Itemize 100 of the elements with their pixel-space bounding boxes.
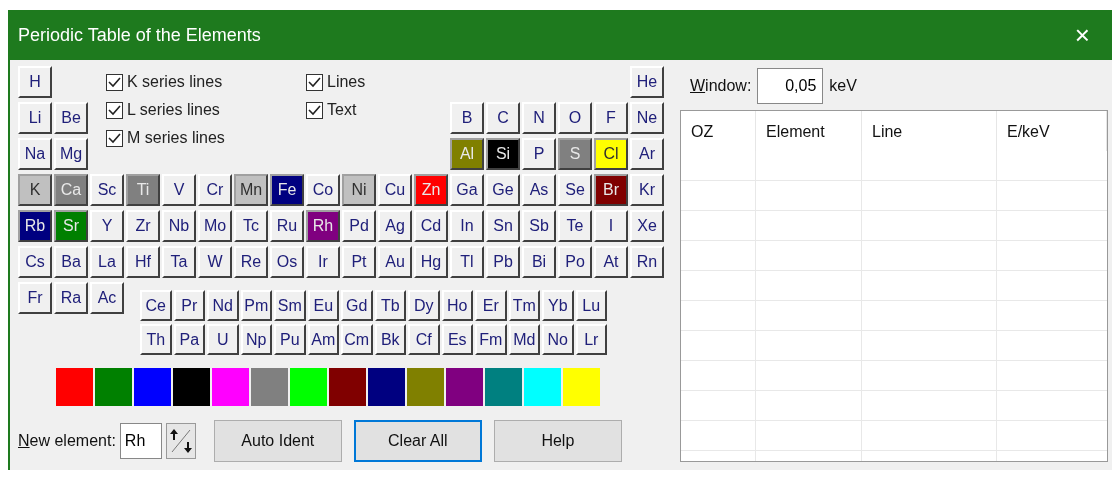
color-swatch[interactable] (290, 368, 327, 406)
element-button[interactable]: Hf (126, 246, 160, 278)
element-button[interactable]: U (207, 324, 239, 355)
element-button[interactable]: Mg (54, 138, 88, 170)
action-button[interactable]: Clear All (353, 420, 482, 462)
element-button[interactable]: V (162, 174, 196, 206)
element-button[interactable]: Si (486, 138, 520, 170)
element-button[interactable]: O (558, 102, 592, 134)
element-button[interactable]: Li (18, 102, 52, 134)
element-button[interactable]: Pu (274, 324, 306, 355)
color-swatch[interactable] (407, 368, 444, 406)
element-button[interactable]: Pd (342, 210, 376, 242)
element-button[interactable]: Tl (450, 246, 484, 278)
element-button[interactable]: Ga (450, 174, 484, 206)
element-button[interactable]: Y (90, 210, 124, 242)
element-button[interactable]: Ba (54, 246, 88, 278)
element-button[interactable]: Cf (408, 324, 440, 355)
element-button[interactable]: Zr (126, 210, 160, 242)
element-button[interactable]: Fe (270, 174, 304, 206)
element-button[interactable]: Eu (307, 290, 339, 321)
element-button[interactable]: Kr (630, 174, 664, 206)
element-button[interactable]: Sm (274, 290, 306, 321)
action-button[interactable]: Auto Ident (213, 420, 342, 462)
spin-button[interactable] (165, 423, 196, 459)
element-button[interactable]: Rb (18, 210, 52, 242)
element-button[interactable]: Nb (162, 210, 196, 242)
element-button[interactable]: Ir (306, 246, 340, 278)
color-swatch[interactable] (368, 368, 405, 406)
element-button[interactable]: Ge (486, 174, 520, 206)
checkbox[interactable] (106, 73, 123, 91)
element-button[interactable]: Ag (378, 210, 412, 242)
close-button[interactable]: × (1070, 22, 1094, 48)
element-button[interactable]: Os (270, 246, 304, 278)
element-button[interactable]: Hg (414, 246, 448, 278)
element-button[interactable]: Pa (173, 324, 205, 355)
element-button[interactable]: Md (508, 324, 540, 355)
element-button[interactable]: Br (594, 174, 628, 206)
element-button[interactable]: In (450, 210, 484, 242)
element-button[interactable]: Mo (198, 210, 232, 242)
color-swatch[interactable] (56, 368, 93, 406)
element-button[interactable]: Pt (342, 246, 376, 278)
element-button[interactable]: Xe (630, 210, 664, 242)
element-button[interactable]: Cm (341, 324, 373, 355)
element-button[interactable]: B (450, 102, 484, 134)
element-button[interactable]: F (594, 102, 628, 134)
element-button[interactable]: Po (558, 246, 592, 278)
color-swatch[interactable] (485, 368, 522, 406)
element-button[interactable]: Be (54, 102, 88, 134)
element-button[interactable]: H (18, 66, 52, 98)
color-swatch[interactable] (95, 368, 132, 406)
element-button[interactable]: La (90, 246, 124, 278)
element-button[interactable]: Na (18, 138, 52, 170)
element-button[interactable]: Cr (198, 174, 232, 206)
element-button[interactable]: Ho (441, 290, 473, 321)
element-button[interactable]: Pr (173, 290, 205, 321)
element-button[interactable]: Cu (378, 174, 412, 206)
element-button[interactable]: Rh (306, 210, 340, 242)
element-button[interactable]: I (594, 210, 628, 242)
color-swatch[interactable] (212, 368, 249, 406)
element-button[interactable]: Es (441, 324, 473, 355)
element-button[interactable]: Cd (414, 210, 448, 242)
element-button[interactable]: Sn (486, 210, 520, 242)
element-button[interactable]: Se (558, 174, 592, 206)
element-button[interactable]: Ni (342, 174, 376, 206)
element-button[interactable]: Er (475, 290, 507, 321)
element-button[interactable]: Lu (575, 290, 607, 321)
color-swatch[interactable] (446, 368, 483, 406)
checkbox[interactable] (306, 73, 323, 91)
element-button[interactable]: Pb (486, 246, 520, 278)
element-button[interactable]: Sc (90, 174, 124, 206)
element-button[interactable]: Tc (234, 210, 268, 242)
color-swatch[interactable] (251, 368, 288, 406)
element-button[interactable]: Au (378, 246, 412, 278)
element-button[interactable]: Ac (90, 282, 124, 314)
element-button[interactable]: Am (307, 324, 339, 355)
element-button[interactable]: Ra (54, 282, 88, 314)
element-button[interactable]: Th (140, 324, 172, 355)
element-button[interactable]: Mn (234, 174, 268, 206)
element-button[interactable]: Ce (140, 290, 172, 321)
checkbox[interactable] (106, 101, 123, 119)
element-button[interactable]: Rn (630, 246, 664, 278)
element-button[interactable]: Yb (542, 290, 574, 321)
element-button[interactable]: C (486, 102, 520, 134)
element-button[interactable]: Sr (54, 210, 88, 242)
element-button[interactable]: W (198, 246, 232, 278)
element-button[interactable]: As (522, 174, 556, 206)
element-button[interactable]: Tb (374, 290, 406, 321)
element-button[interactable]: Fr (18, 282, 52, 314)
element-button[interactable]: At (594, 246, 628, 278)
element-button[interactable]: He (630, 66, 664, 98)
element-button[interactable]: Sb (522, 210, 556, 242)
element-button[interactable]: Ar (630, 138, 664, 170)
element-button[interactable]: Re (234, 246, 268, 278)
element-button[interactable]: Co (306, 174, 340, 206)
element-button[interactable]: Gd (341, 290, 373, 321)
color-swatch[interactable] (134, 368, 171, 406)
checkbox[interactable] (106, 129, 123, 147)
checkbox[interactable] (306, 101, 323, 119)
color-swatch[interactable] (524, 368, 561, 406)
element-button[interactable]: Tm (508, 290, 540, 321)
